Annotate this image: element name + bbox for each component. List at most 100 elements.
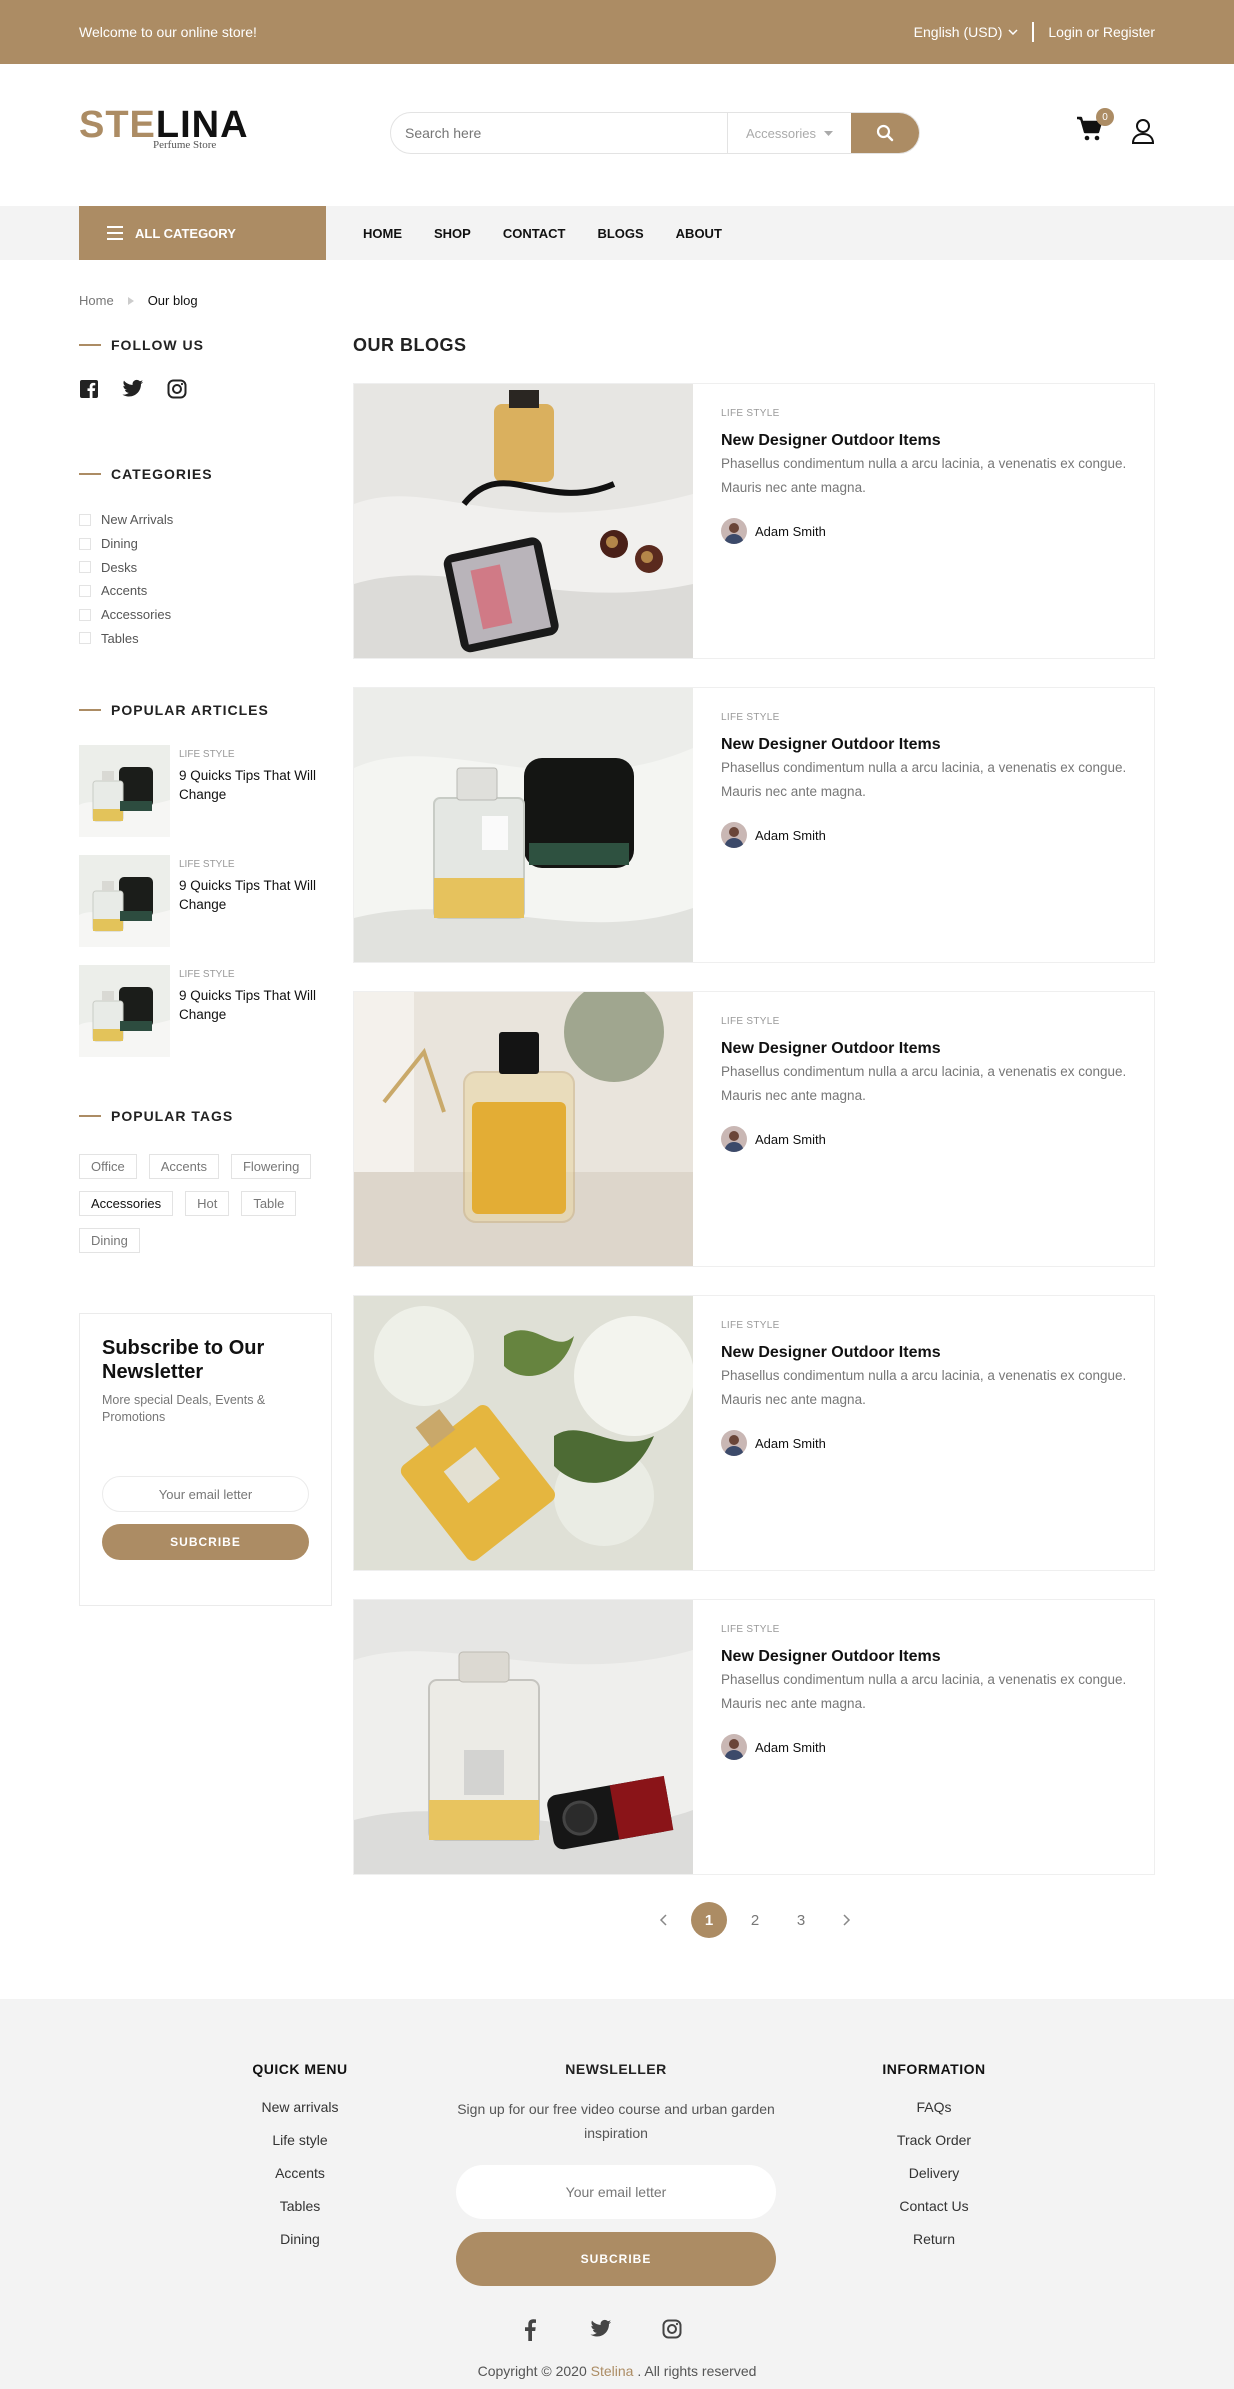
- prev-page-button[interactable]: [645, 1902, 681, 1938]
- user-icon: [1131, 119, 1155, 144]
- nav-contact[interactable]: CONTACT: [503, 226, 566, 241]
- copyright-brand-link[interactable]: Stelina: [591, 2363, 634, 2379]
- category-item[interactable]: Dining: [79, 532, 331, 556]
- blog-post-author[interactable]: Adam Smith: [721, 1126, 1136, 1152]
- popular-article-thumbnail[interactable]: [79, 965, 170, 1057]
- popular-article-title[interactable]: 9 Quicks Tips That Will Change: [179, 876, 331, 914]
- category-checkbox[interactable]: [79, 584, 91, 597]
- footer-email-field[interactable]: Your email letter: [456, 2165, 776, 2219]
- blog-post-title[interactable]: New Designer Outdoor Items: [721, 1648, 1136, 1666]
- blog-post-category[interactable]: LIFE STYLE: [721, 408, 1136, 419]
- blog-post-image[interactable]: [354, 384, 693, 658]
- footer-subscribe-button[interactable]: SUBCRIBE: [456, 2232, 776, 2286]
- blog-post-category[interactable]: LIFE STYLE: [721, 1016, 1136, 1027]
- category-checkbox[interactable]: [79, 537, 91, 550]
- language-selector[interactable]: English (USD): [914, 22, 1035, 42]
- footer-link[interactable]: Track Order: [854, 2132, 1014, 2165]
- popular-article[interactable]: LIFE STYLE 9 Quicks Tips That Will Chang…: [79, 855, 331, 947]
- footer-link[interactable]: Delivery: [854, 2165, 1014, 2198]
- twitter-icon[interactable]: [590, 2319, 612, 2339]
- popular-article-title[interactable]: 9 Quicks Tips That Will Change: [179, 766, 331, 804]
- tag-flowering[interactable]: Flowering: [230, 1154, 312, 1179]
- nav-about[interactable]: ABOUT: [676, 226, 722, 241]
- instagram-icon[interactable]: [662, 2319, 682, 2339]
- popular-article[interactable]: LIFE STYLE 9 Quicks Tips That Will Chang…: [79, 745, 331, 837]
- search-category-select[interactable]: Accessories: [727, 113, 851, 153]
- blog-post-title[interactable]: New Designer Outdoor Items: [721, 432, 1136, 450]
- footer-link[interactable]: Return: [854, 2231, 1014, 2264]
- tag-table[interactable]: Table: [241, 1191, 297, 1216]
- footer-link[interactable]: Life style: [220, 2132, 380, 2165]
- avatar: [721, 1126, 747, 1152]
- category-checkbox[interactable]: [79, 513, 91, 526]
- blog-post-image[interactable]: [354, 992, 693, 1266]
- category-item[interactable]: New Arrivals: [79, 508, 331, 532]
- popular-article-thumbnail[interactable]: [79, 855, 170, 947]
- category-checkbox[interactable]: [79, 608, 91, 621]
- tag-accents[interactable]: Accents: [148, 1154, 219, 1179]
- store-logo[interactable]: STELINA Perfume Store: [79, 106, 249, 151]
- twitter-icon[interactable]: [122, 379, 144, 399]
- category-checkbox[interactable]: [79, 561, 91, 574]
- blog-post-image[interactable]: [354, 1600, 693, 1874]
- footer-link[interactable]: Dining: [220, 2231, 380, 2264]
- blog-post-category[interactable]: LIFE STYLE: [721, 1320, 1136, 1331]
- category-item[interactable]: Tables: [79, 626, 331, 650]
- blog-post-image[interactable]: [354, 688, 693, 962]
- tag-hot[interactable]: Hot: [185, 1191, 230, 1216]
- tag-office[interactable]: Office: [79, 1154, 137, 1179]
- popular-tags-section: POPULAR TAGS Office Accents Flowering Ac…: [79, 1108, 331, 1253]
- popular-article[interactable]: LIFE STYLE 9 Quicks Tips That Will Chang…: [79, 965, 331, 1057]
- blog-post-title[interactable]: New Designer Outdoor Items: [721, 736, 1136, 754]
- blog-post-title[interactable]: New Designer Outdoor Items: [721, 1344, 1136, 1362]
- login-register-link[interactable]: Login or Register: [1034, 24, 1155, 40]
- author-name: Adam Smith: [755, 1739, 826, 1755]
- tag-accessories[interactable]: Accessories: [79, 1191, 174, 1216]
- author-name: Adam Smith: [755, 827, 826, 843]
- newsletter-subscribe-button[interactable]: SUBCRIBE: [102, 1524, 309, 1560]
- page-2-button[interactable]: 2: [737, 1902, 773, 1938]
- instagram-icon[interactable]: [167, 379, 187, 399]
- avatar: [721, 822, 747, 848]
- cart-button[interactable]: 0: [1076, 108, 1114, 147]
- category-list: New Arrivals Dining Desks Accents Access…: [79, 508, 331, 650]
- blog-post-category[interactable]: LIFE STYLE: [721, 712, 1136, 723]
- breadcrumb-home[interactable]: Home: [79, 293, 114, 308]
- popular-article-thumbnail[interactable]: [79, 745, 170, 837]
- blog-post-excerpt: Phasellus condimentum nulla a arcu lacin…: [721, 760, 1127, 799]
- facebook-icon[interactable]: [79, 379, 99, 399]
- category-checkbox[interactable]: [79, 632, 91, 645]
- tag-dining[interactable]: Dining: [79, 1228, 140, 1253]
- search-button[interactable]: [851, 113, 919, 153]
- category-item[interactable]: Desks: [79, 555, 331, 579]
- nav-home[interactable]: HOME: [363, 226, 402, 241]
- next-page-button[interactable]: [829, 1902, 865, 1938]
- account-button[interactable]: [1131, 118, 1155, 149]
- category-item[interactable]: Accessories: [79, 603, 331, 627]
- blog-post-author[interactable]: Adam Smith: [721, 518, 1136, 544]
- page-1-button[interactable]: 1: [691, 1902, 727, 1938]
- page-3-button[interactable]: 3: [783, 1902, 819, 1938]
- footer-link[interactable]: Contact Us: [854, 2198, 1014, 2231]
- cart-count-badge: 0: [1096, 108, 1114, 126]
- popular-article-title[interactable]: 9 Quicks Tips That Will Change: [179, 986, 331, 1024]
- blog-post-author[interactable]: Adam Smith: [721, 1430, 1136, 1456]
- search-input[interactable]: [391, 113, 727, 153]
- footer-link[interactable]: New arrivals: [220, 2099, 380, 2132]
- all-category-button[interactable]: ALL CATEGORY: [79, 206, 326, 260]
- footer-link[interactable]: Accents: [220, 2165, 380, 2198]
- blog-post-title[interactable]: New Designer Outdoor Items: [721, 1040, 1136, 1058]
- nav-blogs[interactable]: BLOGS: [597, 226, 643, 241]
- footer-link[interactable]: Tables: [220, 2198, 380, 2231]
- category-item[interactable]: Accents: [79, 579, 331, 603]
- all-category-label: ALL CATEGORY: [135, 225, 236, 241]
- footer-link[interactable]: FAQs: [854, 2099, 1014, 2132]
- facebook-icon[interactable]: [520, 2319, 540, 2341]
- nav-shop[interactable]: SHOP: [434, 226, 471, 241]
- blog-post: LIFE STYLE New Designer Outdoor Items Ph…: [353, 687, 1155, 963]
- blog-post-author[interactable]: Adam Smith: [721, 822, 1136, 848]
- newsletter-email-field[interactable]: Your email letter: [102, 1476, 309, 1512]
- blog-post-category[interactable]: LIFE STYLE: [721, 1624, 1136, 1635]
- blog-post-author[interactable]: Adam Smith: [721, 1734, 1136, 1760]
- blog-post-image[interactable]: [354, 1296, 693, 1570]
